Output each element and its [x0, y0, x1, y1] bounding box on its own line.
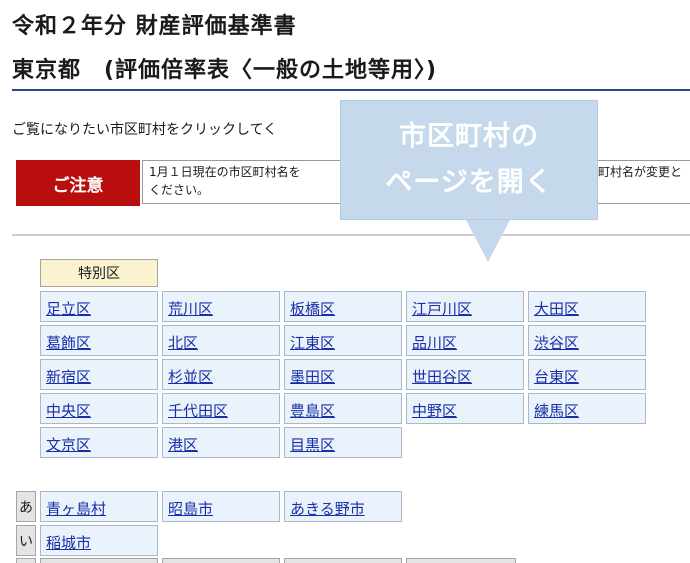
ward-cell: 北区 — [162, 325, 280, 356]
ward-cell: 大田区 — [528, 291, 646, 322]
municipality-cell: あきる野市 — [284, 491, 402, 522]
ward-cell: 中央区 — [40, 393, 158, 424]
section-divider — [12, 234, 690, 236]
ward-cell: 新宿区 — [40, 359, 158, 390]
municipality-link[interactable]: 稲城市 — [46, 534, 91, 552]
ward-cell: 荒川区 — [162, 291, 280, 322]
ward-link[interactable]: 足立区 — [46, 300, 91, 318]
municipality-cell: 昭島市 — [162, 491, 280, 522]
special-wards-header: 特別区 — [40, 259, 158, 287]
ward-link[interactable]: 中野区 — [412, 402, 457, 420]
ward-link[interactable]: 豊島区 — [290, 402, 335, 420]
callout-line-1: 市区町村の — [399, 121, 539, 152]
partial-cell — [40, 558, 158, 563]
ward-link[interactable]: 練馬区 — [534, 402, 579, 420]
municipality-cell: 稲城市 — [40, 525, 158, 556]
partial-cell — [406, 558, 516, 563]
municipality-link[interactable]: 昭島市 — [168, 500, 213, 518]
ward-link[interactable]: 板橋区 — [290, 300, 335, 318]
ward-link[interactable]: 千代田区 — [168, 402, 228, 420]
municipality-link[interactable]: 青ヶ島村 — [46, 500, 106, 518]
ward-cell: 中野区 — [406, 393, 524, 424]
partial-kana-cell — [16, 558, 36, 563]
ward-cell: 江東区 — [284, 325, 402, 356]
kana-label: い — [16, 525, 36, 556]
ward-cell: 世田谷区 — [406, 359, 524, 390]
ward-link[interactable]: 渋谷区 — [534, 334, 579, 352]
ward-link[interactable]: 品川区 — [412, 334, 457, 352]
notice-line-right: 町村名が変更と — [598, 165, 683, 179]
ward-link[interactable]: 葛飾区 — [46, 334, 91, 352]
ward-link[interactable]: 中央区 — [46, 402, 91, 420]
ward-link[interactable]: 荒川区 — [168, 300, 213, 318]
ward-cell: 練馬区 — [528, 393, 646, 424]
ward-link[interactable]: 世田谷区 — [412, 368, 472, 386]
ward-cell: 豊島区 — [284, 393, 402, 424]
kana-row-i: い 稲城市 — [16, 525, 402, 556]
ward-cell: 品川区 — [406, 325, 524, 356]
page-title: 令和２年分 財産評価基準書 — [12, 14, 297, 39]
ward-cell: 千代田区 — [162, 393, 280, 424]
callout-box: 市区町村の ページを開く — [340, 100, 598, 220]
callout-line-2: ページを開く — [385, 167, 553, 198]
ward-cell: 杉並区 — [162, 359, 280, 390]
ward-link[interactable]: 台東区 — [534, 368, 579, 386]
ward-cell: 江戸川区 — [406, 291, 524, 322]
ward-link[interactable]: 墨田区 — [290, 368, 335, 386]
special-wards-grid: 足立区 荒川区 板橋区 江戸川区 大田区 葛飾区 北区 江東区 品川区 渋谷区 … — [40, 291, 646, 458]
page-subtitle: 東京都 (評価倍率表〈一般の土地等用〉) — [12, 58, 438, 83]
ward-link[interactable]: 新宿区 — [46, 368, 91, 386]
ward-cell: 目黒区 — [284, 427, 402, 458]
ward-cell: 港区 — [162, 427, 280, 458]
ward-cell: 文京区 — [40, 427, 158, 458]
ward-cell: 渋谷区 — [528, 325, 646, 356]
ward-link[interactable]: 港区 — [168, 436, 198, 454]
ward-link[interactable]: 北区 — [168, 334, 198, 352]
ward-cell: 板橋区 — [284, 291, 402, 322]
next-row-partial — [16, 558, 516, 563]
notice-label: ご注意 — [16, 160, 140, 206]
partial-cell — [162, 558, 280, 563]
instruction-text: ご覧になりたい市区町村をクリックしてく — [12, 122, 278, 138]
ward-link[interactable]: 大田区 — [534, 300, 579, 318]
title-underline — [12, 89, 690, 91]
ward-cell: 台東区 — [528, 359, 646, 390]
callout-pointer — [466, 220, 510, 262]
ward-cell: 墨田区 — [284, 359, 402, 390]
ward-link[interactable]: 江戸川区 — [412, 300, 472, 318]
ward-cell: 足立区 — [40, 291, 158, 322]
kana-label: あ — [16, 491, 36, 522]
ward-link[interactable]: 文京区 — [46, 436, 91, 454]
municipality-cell: 青ヶ島村 — [40, 491, 158, 522]
ward-link[interactable]: 江東区 — [290, 334, 335, 352]
partial-cell — [284, 558, 402, 563]
ward-link[interactable]: 杉並区 — [168, 368, 213, 386]
municipality-link[interactable]: あきる野市 — [290, 500, 365, 518]
ward-cell: 葛飾区 — [40, 325, 158, 356]
ward-link[interactable]: 目黒区 — [290, 436, 335, 454]
kana-row-a: あ 青ヶ島村 昭島市 あきる野市 — [16, 491, 402, 522]
